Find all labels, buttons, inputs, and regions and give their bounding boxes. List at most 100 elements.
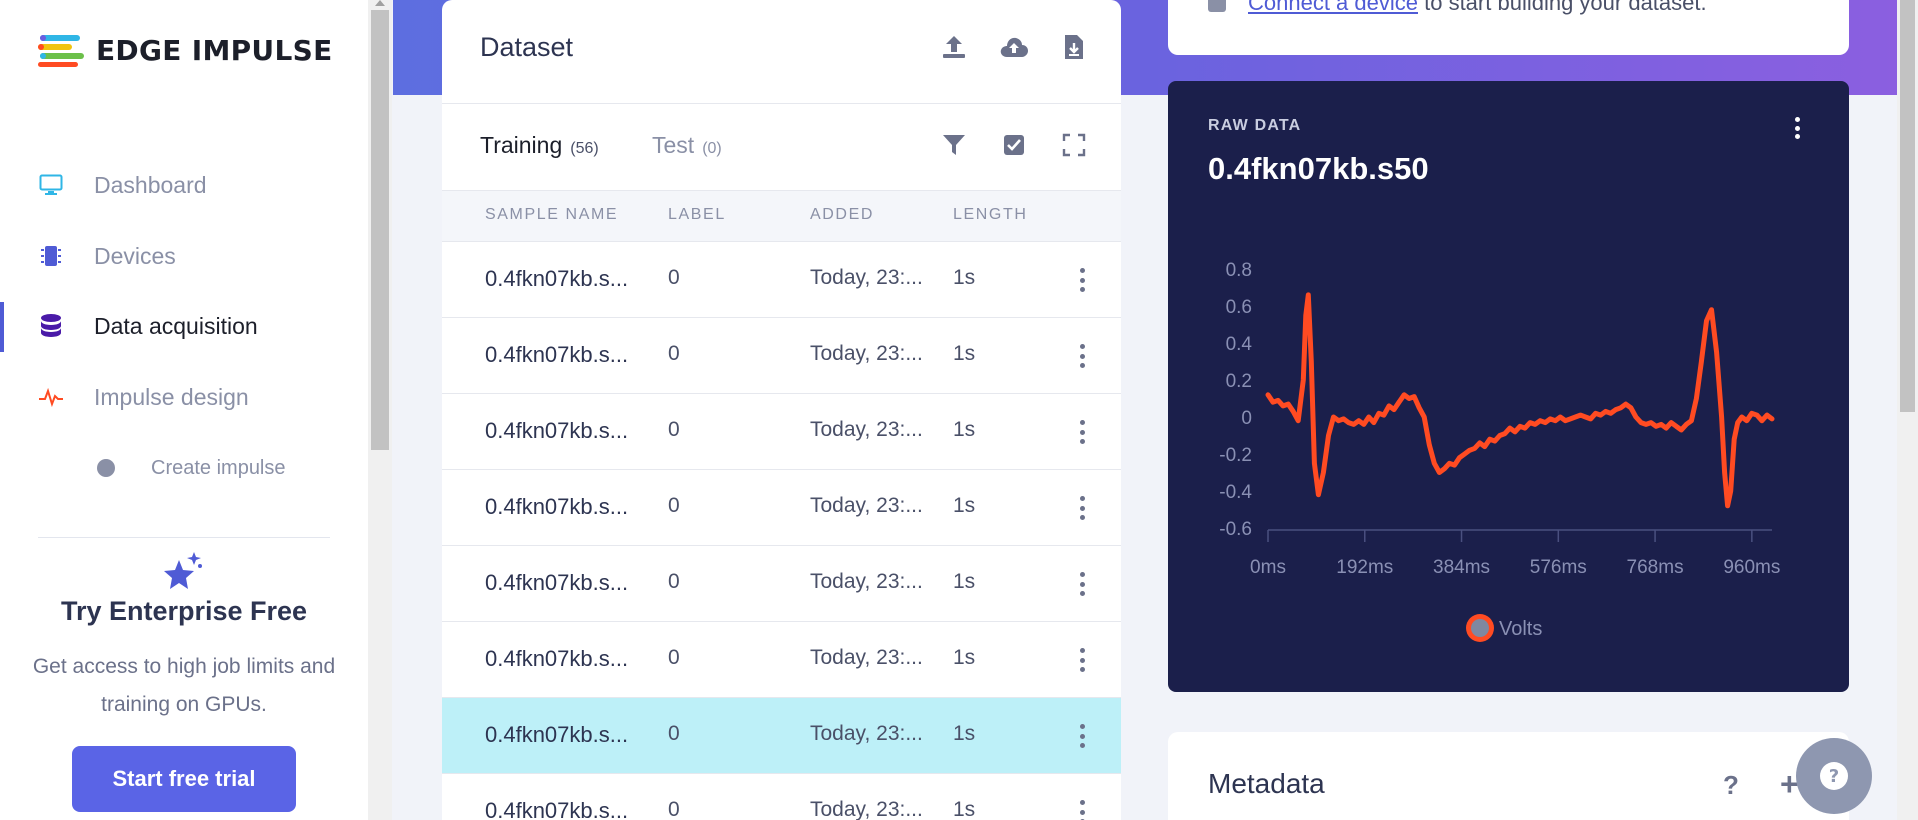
sidebar-item-impulse-design[interactable]: Impulse design [0, 370, 368, 424]
row-menu-icon[interactable] [1072, 648, 1092, 672]
monitor-icon [38, 172, 64, 198]
row-menu-icon[interactable] [1072, 800, 1092, 820]
dataset-card: Dataset Training (56) Test (0) SAMPLE NAME… [442, 0, 1121, 820]
export-icon[interactable] [1057, 30, 1091, 64]
table-row[interactable]: 0.4fkn07kb.s... 0 Today, 23:... 1s [442, 242, 1121, 318]
page-scrollbar[interactable] [1897, 0, 1918, 820]
y-tick-label: -0.6 [1219, 519, 1252, 540]
sample-name-cell: 0.4fkn07kb.s... [485, 342, 629, 367]
sample-length-cell: 1s [953, 342, 976, 365]
sidebar-subitem-label: Create impulse [151, 456, 286, 479]
sidebar-item-label: Data acquisition [94, 312, 258, 339]
x-tick-label: 384ms [1433, 557, 1490, 578]
row-menu-icon[interactable] [1072, 268, 1092, 292]
help-icon: ? [1820, 762, 1848, 790]
help-fab-label: ? [1829, 766, 1839, 787]
sample-label-cell: 0 [668, 646, 680, 669]
tab-label: Training [480, 132, 563, 158]
row-menu-icon[interactable] [1072, 344, 1092, 368]
sample-label-cell: 0 [668, 266, 680, 289]
sample-added-cell: Today, 23:... [810, 646, 923, 669]
tab-label: Test [652, 132, 695, 158]
sample-length-cell: 1s [953, 722, 976, 745]
pulse-icon [38, 384, 64, 410]
select-icon[interactable] [997, 128, 1031, 162]
sample-added-cell: Today, 23:... [810, 722, 923, 745]
sample-length-cell: 1s [953, 418, 976, 441]
raw-data-chart: 0.8 0.6 0.4 0.2 0 -0.2 -0.4 -0.6 0ms 192ms 384ms 57… [1219, 260, 1780, 642]
row-menu-icon[interactable] [1072, 572, 1092, 596]
sample-length-cell: 1s [953, 646, 976, 669]
logo[interactable]: EDGE IMPULSE [38, 32, 333, 68]
raw-data-card: RAW DATA 0.4fkn07kb.s50 0.8 0.6 0.4 0.2 0 -0.… [1168, 81, 1849, 692]
sample-length-cell: 1s [953, 494, 976, 517]
chip-icon [38, 243, 64, 269]
table-row[interactable]: 0.4fkn07kb.s... 0 Today, 23:... 1s [442, 470, 1121, 546]
sidebar-item-data-acquisition[interactable]: Data acquisition [0, 299, 368, 353]
sample-length-cell: 1s [953, 798, 976, 820]
sidebar-scrollbar-thumb[interactable] [371, 10, 389, 450]
table-row[interactable]: 0.4fkn07kb.s... 0 Today, 23:... 1s [442, 698, 1121, 774]
expand-icon[interactable] [1057, 128, 1091, 162]
page-scrollbar-thumb[interactable] [1900, 0, 1915, 412]
table-row[interactable]: 0.4fkn07kb.s... 0 Today, 23:... 1s [442, 774, 1121, 820]
sample-length-cell: 1s [953, 570, 976, 593]
sample-label-cell: 0 [668, 798, 680, 820]
start-free-trial-button[interactable]: Start free trial [72, 746, 296, 812]
tab-actions [937, 128, 1091, 162]
sidebar-item-label: Impulse design [94, 383, 249, 410]
sample-name-cell: 0.4fkn07kb.s... [485, 646, 629, 671]
filter-icon[interactable] [937, 128, 971, 162]
sample-name-cell: 0.4fkn07kb.s... [485, 722, 629, 747]
tab-test[interactable]: Test (0) [652, 132, 722, 159]
connect-device-link[interactable]: Connect a device [1248, 0, 1418, 15]
dataset-divider [442, 103, 1121, 104]
tab-count: (56) [570, 140, 599, 157]
sidebar-subitem-create-impulse[interactable]: Create impulse [0, 448, 368, 488]
sample-label-cell: 0 [668, 418, 680, 441]
metadata-help-icon[interactable]: ? [1723, 770, 1739, 801]
sidebar-scrollbar[interactable] [368, 0, 392, 820]
sample-added-cell: Today, 23:... [810, 570, 923, 593]
column-header-length[interactable]: LENGTH [953, 206, 1028, 224]
tab-training[interactable]: Training (56) [480, 132, 599, 159]
dataset-actions [937, 30, 1091, 64]
sample-added-cell: Today, 23:... [810, 494, 923, 517]
y-tick-label: 0.8 [1226, 260, 1252, 281]
sample-name-cell: 0.4fkn07kb.s... [485, 494, 629, 519]
y-tick-label: -0.4 [1219, 482, 1252, 503]
connect-device-suffix: to start building your dataset. [1418, 0, 1707, 15]
sparkle-star-icon [164, 552, 202, 589]
table-header: SAMPLE NAME LABEL ADDED LENGTH [442, 190, 1121, 242]
sample-label-cell: 0 [668, 722, 680, 745]
column-header-label[interactable]: LABEL [668, 206, 726, 224]
x-tick-label: 576ms [1530, 557, 1587, 578]
edge-impulse-logo-icon [38, 35, 84, 67]
cloud-upload-icon[interactable] [997, 30, 1031, 64]
promo-text: Get access to high job limits and traini… [32, 655, 336, 716]
help-button[interactable]: ? [1796, 738, 1872, 814]
sample-added-cell: Today, 23:... [810, 266, 923, 289]
row-menu-icon[interactable] [1072, 724, 1092, 748]
table-row[interactable]: 0.4fkn07kb.s... 0 Today, 23:... 1s [442, 318, 1121, 394]
sidebar-item-devices[interactable]: Devices [0, 229, 368, 283]
row-menu-icon[interactable] [1072, 420, 1092, 444]
sidebar-divider [38, 537, 330, 538]
table-row[interactable]: 0.4fkn07kb.s... 0 Today, 23:... 1s [442, 394, 1121, 470]
upload-icon[interactable] [937, 30, 971, 64]
sample-added-cell: Today, 23:... [810, 798, 923, 820]
table-row[interactable]: 0.4fkn07kb.s... 0 Today, 23:... 1s [442, 622, 1121, 698]
tab-count: (0) [702, 140, 722, 157]
connect-device-card: Connect a device to start building your … [1168, 0, 1849, 55]
scroll-up-arrow-icon[interactable] [375, 0, 385, 6]
y-tick-label: 0.2 [1226, 371, 1252, 392]
sample-name-cell: 0.4fkn07kb.s... [485, 418, 629, 443]
row-menu-icon[interactable] [1072, 496, 1092, 520]
sidebar-item-dashboard[interactable]: Dashboard [0, 158, 368, 212]
y-tick-label: 0.4 [1226, 334, 1253, 355]
column-header-sample-name[interactable]: SAMPLE NAME [485, 206, 618, 224]
sidebar-item-label: Devices [94, 242, 176, 269]
sample-added-cell: Today, 23:... [810, 342, 923, 365]
table-row[interactable]: 0.4fkn07kb.s... 0 Today, 23:... 1s [442, 546, 1121, 622]
column-header-added[interactable]: ADDED [810, 206, 874, 224]
